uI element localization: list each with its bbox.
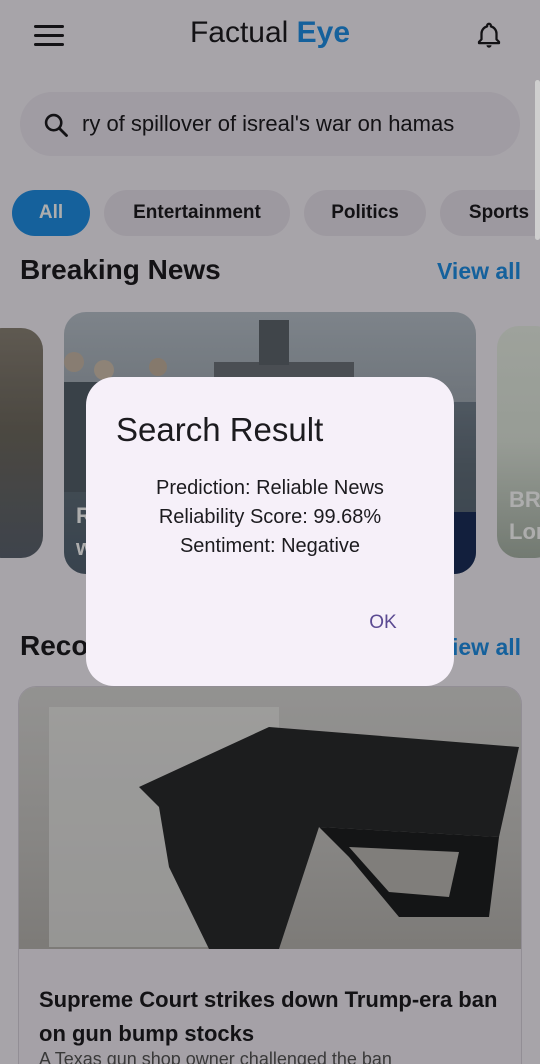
app-screen: Factual Eye All Entertainment Politics S…: [0, 0, 540, 1064]
reliability-score-text: Reliability Score: 99.68%: [158, 506, 382, 528]
sentiment-text: Sentiment: Negative: [179, 535, 361, 557]
dialog-body: Prediction: Reliable News Reliability Sc…: [86, 474, 454, 561]
scrollbar[interactable]: [535, 80, 540, 240]
search-result-dialog: Search Result Prediction: Reliable News …: [86, 377, 454, 686]
prediction-text: Prediction: Reliable News: [156, 477, 384, 499]
dialog-title: Search Result: [116, 411, 324, 448]
ok-button[interactable]: OK: [352, 605, 414, 641]
